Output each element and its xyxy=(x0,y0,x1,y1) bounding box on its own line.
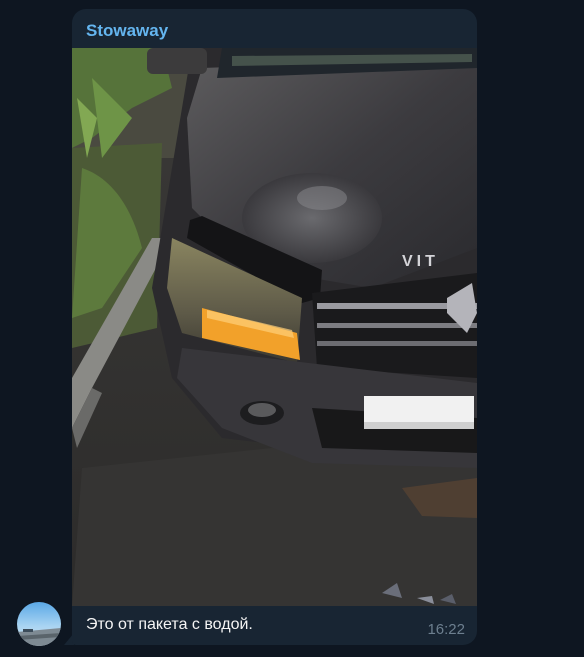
avatar-image xyxy=(17,602,61,646)
message-caption: Это от пакета с водой. xyxy=(86,616,253,633)
sender-avatar[interactable] xyxy=(17,602,61,646)
message-photo[interactable]: VIT xyxy=(72,48,477,606)
message-time: 16:22 xyxy=(427,621,465,638)
sender-name[interactable]: Stowaway xyxy=(86,21,168,41)
car-badge-text: VIT xyxy=(402,253,439,270)
message-bubble[interactable]: Stowaway VIT Это от пакета с водой. 16:2… xyxy=(72,9,477,645)
car-photo-icon: VIT xyxy=(72,48,477,606)
